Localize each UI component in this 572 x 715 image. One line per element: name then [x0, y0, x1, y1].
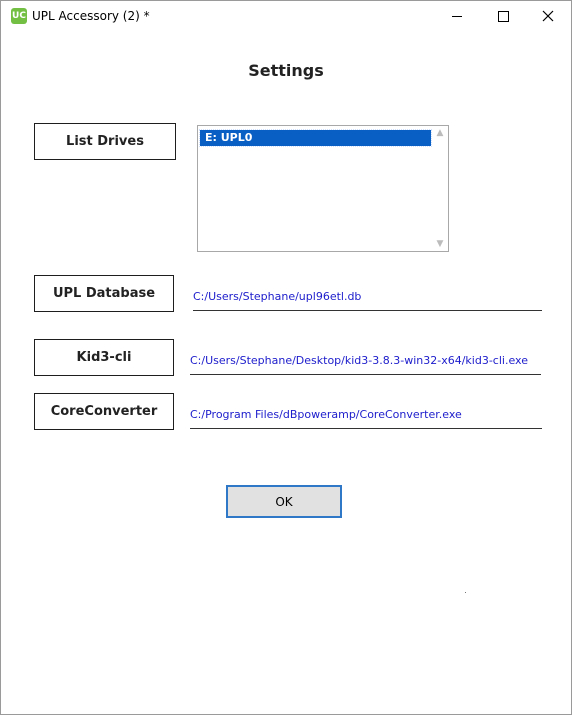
title-bar[interactable]: UC UPL Accessory (2) * [1, 1, 571, 31]
scroll-up-icon[interactable]: ▲ [432, 126, 448, 140]
minimize-icon [452, 15, 462, 17]
upl-database-path-field[interactable]: C:/Users/Stephane/upl96etl.db [193, 289, 542, 311]
upl-database-button[interactable]: UPL Database [34, 275, 174, 312]
minimize-button[interactable] [434, 1, 480, 31]
list-drives-button[interactable]: List Drives [34, 123, 176, 160]
coreconverter-path-field[interactable]: C:/Program Files/dBpoweramp/CoreConverte… [190, 407, 542, 429]
app-window: UC UPL Accessory (2) * Settings List Dri… [0, 0, 572, 715]
listbox-scrollbar[interactable]: ▲ ▼ [432, 126, 448, 251]
stray-dot [465, 592, 466, 593]
kid3-cli-path-field[interactable]: C:/Users/Stephane/Desktop/kid3-3.8.3-win… [190, 353, 541, 375]
page-title: Settings [248, 61, 324, 80]
app-logo-icon: UC [11, 8, 27, 24]
window-title: UPL Accessory (2) * [32, 9, 150, 23]
scroll-down-icon[interactable]: ▼ [432, 237, 448, 251]
close-button[interactable] [525, 1, 571, 31]
drive-list-item-selected[interactable]: E: UPL0 [199, 129, 432, 147]
maximize-icon [497, 10, 509, 22]
drives-listbox[interactable]: E: UPL0 ▲ ▼ [197, 125, 449, 252]
kid3-cli-button[interactable]: Kid3-cli [34, 339, 174, 376]
coreconverter-button[interactable]: CoreConverter [34, 393, 174, 430]
close-icon [542, 10, 554, 22]
maximize-button[interactable] [480, 1, 526, 31]
ok-button[interactable]: OK [226, 485, 342, 518]
